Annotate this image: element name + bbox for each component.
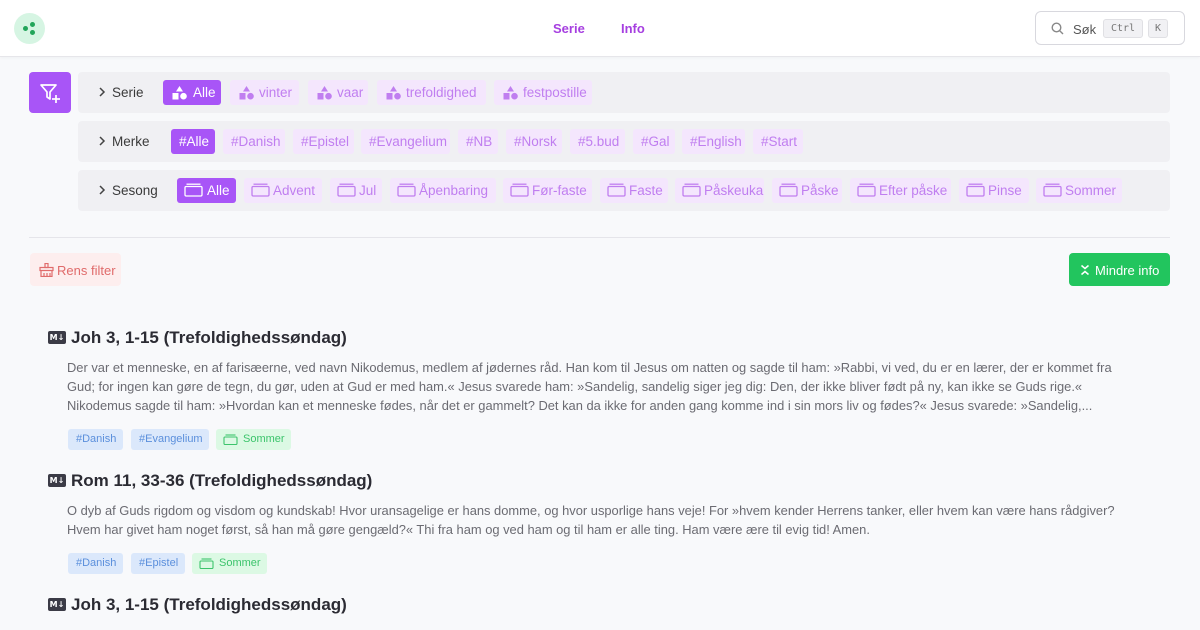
chip-merke-danish[interactable]: #Danish bbox=[223, 129, 285, 154]
tag-epistel[interactable]: #Epistel bbox=[131, 553, 185, 574]
shapes-icon bbox=[172, 86, 187, 100]
filter-serie-label: Serie bbox=[112, 85, 144, 100]
calendar-tray-icon bbox=[199, 558, 214, 569]
calendar-tray-icon bbox=[184, 183, 203, 197]
shapes-icon bbox=[317, 86, 332, 100]
nav-serie[interactable]: Serie bbox=[553, 21, 585, 36]
clear-filter-label: Rens filter bbox=[57, 263, 116, 278]
chip-serie-vaar[interactable]: vaar bbox=[308, 80, 368, 105]
filter-row-sesong: Sesong Alle Advent Jul Åpenbaring Før-fa… bbox=[78, 170, 1170, 211]
chip-merke-alle[interactable]: #Alle bbox=[171, 129, 215, 154]
chip-sesong-alle[interactable]: Alle bbox=[177, 178, 236, 203]
search-button[interactable]: Søk Ctrl K bbox=[1035, 11, 1185, 45]
chip-serie-alle[interactable]: Alle bbox=[163, 80, 221, 105]
calendar-tray-icon bbox=[397, 183, 416, 197]
clear-filter-button[interactable]: Rens filter bbox=[30, 253, 121, 286]
less-info-button[interactable]: Mindre info bbox=[1069, 253, 1170, 286]
tag-evangelium[interactable]: #Evangelium bbox=[131, 429, 209, 450]
shapes-icon bbox=[386, 86, 401, 100]
chip-merke-norsk[interactable]: #Norsk bbox=[506, 129, 562, 154]
calendar-tray-icon bbox=[1043, 183, 1062, 197]
chip-sesong-faste[interactable]: Faste bbox=[600, 178, 668, 203]
calendar-tray-icon bbox=[510, 183, 529, 197]
shapes-icon bbox=[239, 86, 254, 100]
markdown-icon: M↓ bbox=[48, 474, 66, 487]
calendar-tray-icon bbox=[779, 183, 798, 197]
chip-sesong-advent[interactable]: Advent bbox=[244, 178, 322, 203]
chip-merke-english[interactable]: #English bbox=[682, 129, 745, 154]
article-excerpt: Der var et menneske, en af farisæerne, v… bbox=[67, 360, 1112, 413]
chip-sesong-sommer[interactable]: Sommer bbox=[1036, 178, 1122, 203]
filter-plus-icon bbox=[40, 84, 60, 103]
chip-merke-gal[interactable]: #Gal bbox=[633, 129, 675, 154]
chevron-right-icon[interactable] bbox=[98, 87, 106, 97]
top-header: Serie Info Søk Ctrl K bbox=[0, 0, 1200, 57]
calendar-tray-icon bbox=[337, 183, 356, 197]
markdown-icon: M↓ bbox=[48, 598, 66, 611]
chip-merke-start[interactable]: #Start bbox=[753, 129, 803, 154]
less-info-label: Mindre info bbox=[1095, 263, 1160, 278]
collapse-icon bbox=[1081, 264, 1089, 276]
calendar-tray-icon bbox=[607, 183, 626, 197]
calendar-tray-icon bbox=[682, 183, 701, 197]
chevron-right-icon[interactable] bbox=[98, 136, 106, 146]
chip-sesong-pinse[interactable]: Pinse bbox=[959, 178, 1029, 203]
add-filter-button[interactable] bbox=[29, 72, 71, 113]
section-divider bbox=[29, 237, 1170, 238]
chip-merke-5bud[interactable]: #5.bud bbox=[570, 129, 625, 154]
filter-merke-label: Merke bbox=[112, 134, 150, 149]
broom-icon bbox=[39, 263, 54, 277]
article-title[interactable]: Joh 3, 1-15 (Trefoldighedssøndag) bbox=[71, 595, 347, 615]
chip-sesong-apenbaring[interactable]: Åpenbaring bbox=[390, 178, 496, 203]
nav-info[interactable]: Info bbox=[621, 21, 645, 36]
chip-merke-evangelium[interactable]: #Evangelium bbox=[361, 129, 450, 154]
tag-danish[interactable]: #Danish bbox=[68, 429, 123, 450]
calendar-tray-icon bbox=[966, 183, 985, 197]
search-icon bbox=[1051, 22, 1064, 35]
article-excerpt: O dyb af Guds rigdom og visdom og kundsk… bbox=[67, 503, 1115, 537]
tag-sommer[interactable]: Sommer bbox=[216, 429, 291, 450]
chevron-right-icon[interactable] bbox=[98, 185, 106, 195]
chip-merke-epistel[interactable]: #Epistel bbox=[293, 129, 354, 154]
chip-serie-festpostille[interactable]: festpostille bbox=[494, 80, 592, 105]
chip-sesong-paske[interactable]: Påske bbox=[772, 178, 842, 203]
article-title[interactable]: Joh 3, 1-15 (Trefoldighedssøndag) bbox=[71, 328, 347, 348]
chip-sesong-efter-paske[interactable]: Efter påske bbox=[850, 178, 951, 203]
filter-row-merke: Merke #Alle #Danish #Epistel #Evangelium… bbox=[78, 121, 1170, 162]
markdown-icon: M↓ bbox=[48, 331, 66, 344]
calendar-tray-icon bbox=[223, 434, 238, 445]
chip-sesong-paskeuka[interactable]: Påskeuka bbox=[675, 178, 764, 203]
shapes-icon bbox=[503, 86, 518, 100]
chip-sesong-jul[interactable]: Jul bbox=[330, 178, 382, 203]
filter-row-serie: Serie Alle vinter vaar trefoldighed fest… bbox=[78, 72, 1170, 113]
tag-sommer[interactable]: Sommer bbox=[192, 553, 267, 574]
logo-icon[interactable] bbox=[14, 13, 45, 44]
chip-serie-trefoldighed[interactable]: trefoldighed bbox=[377, 80, 486, 105]
article-title[interactable]: Rom 11, 33-36 (Trefoldighedssøndag) bbox=[71, 471, 372, 491]
kbd-ctrl: Ctrl bbox=[1103, 19, 1143, 38]
calendar-tray-icon bbox=[251, 183, 270, 197]
chip-merke-nb[interactable]: #NB bbox=[458, 129, 498, 154]
calendar-tray-icon bbox=[857, 183, 876, 197]
chip-sesong-for-faste[interactable]: Før-faste bbox=[503, 178, 592, 203]
tag-danish[interactable]: #Danish bbox=[68, 553, 123, 574]
chip-serie-vinter[interactable]: vinter bbox=[230, 80, 299, 105]
kbd-k: K bbox=[1148, 19, 1168, 38]
search-label: Søk bbox=[1073, 22, 1097, 37]
filter-sesong-label: Sesong bbox=[112, 183, 158, 198]
